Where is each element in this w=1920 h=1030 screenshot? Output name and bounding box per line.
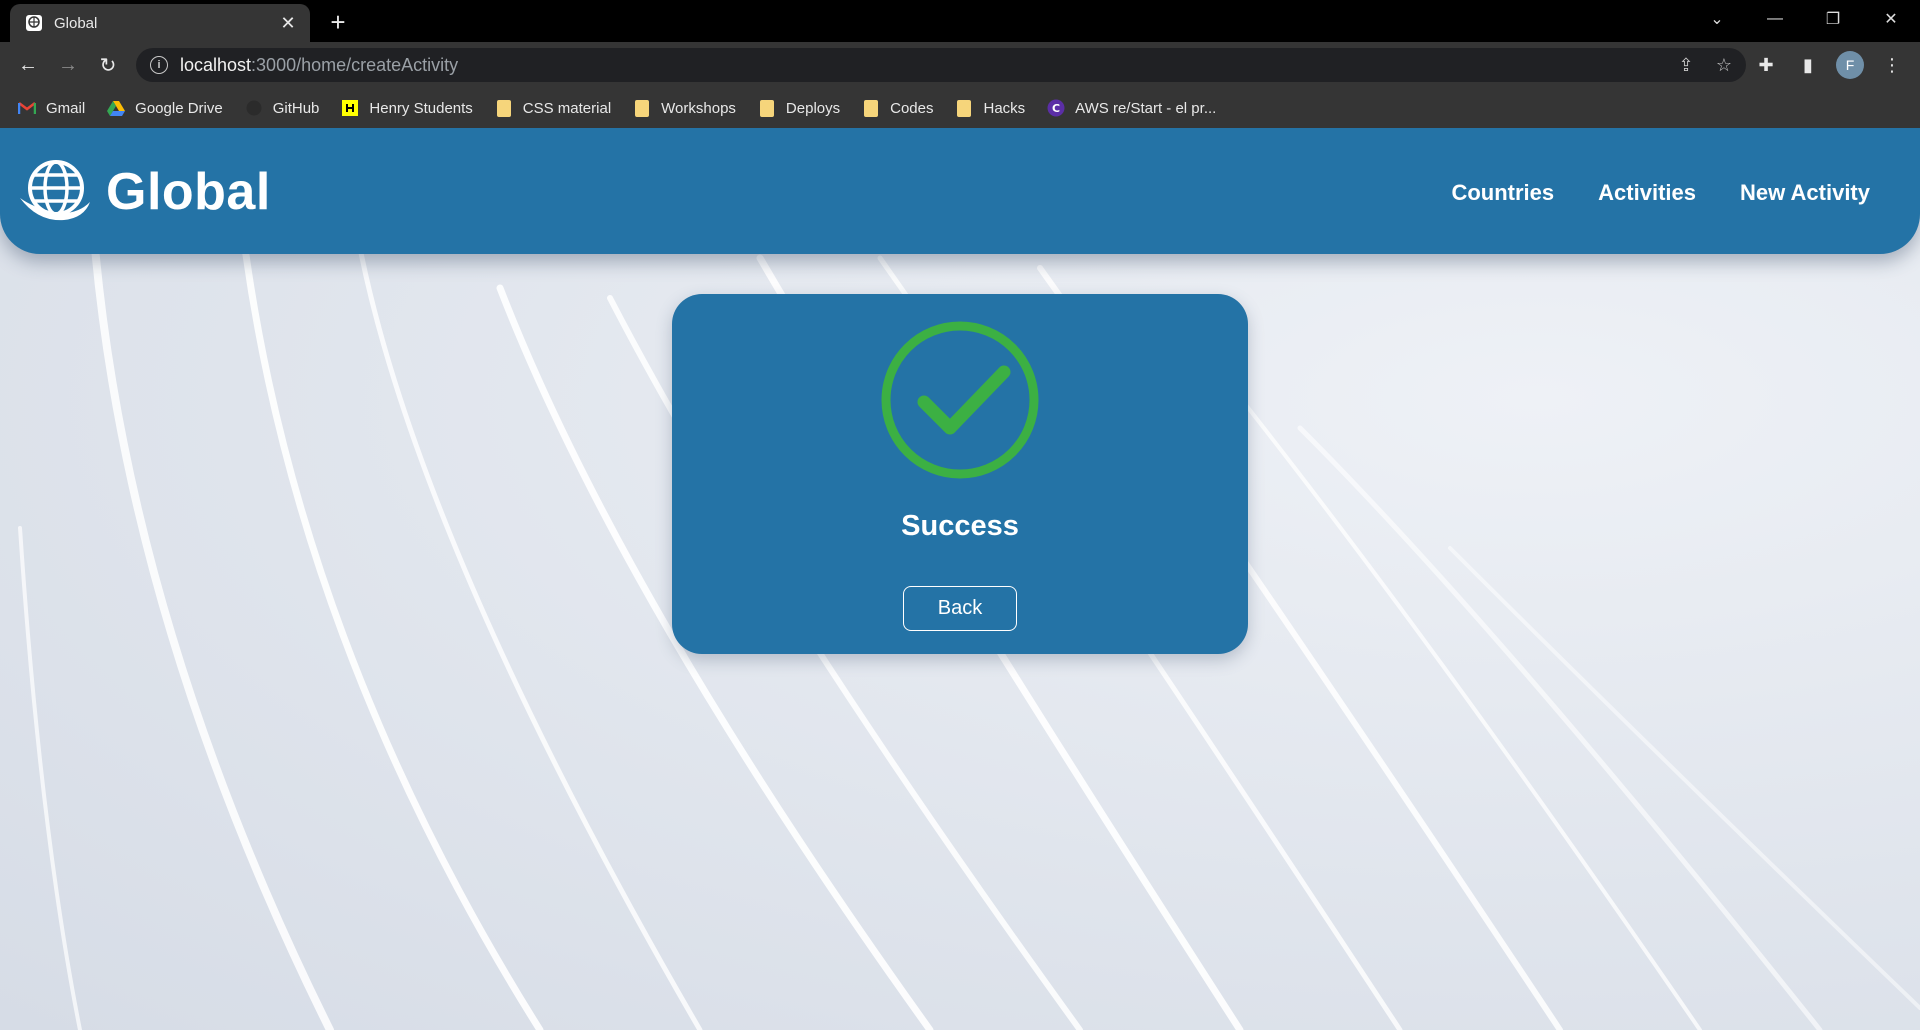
profile-avatar[interactable]: F <box>1836 51 1864 79</box>
folder-icon <box>862 99 880 117</box>
close-tab-icon[interactable]: ✕ <box>278 13 298 33</box>
bookmark-deploys[interactable]: Deploys <box>758 99 840 117</box>
globe-logo-icon <box>20 160 90 221</box>
brand-home-link[interactable]: Global <box>18 158 271 226</box>
svg-text:C: C <box>1052 102 1060 115</box>
close-window-icon[interactable]: ✕ <box>1862 0 1920 38</box>
bookmark-star-icon[interactable]: ☆ <box>1712 53 1736 77</box>
nav-new-activity-link[interactable]: New Activity <box>1740 180 1870 206</box>
bookmark-hacks[interactable]: Hacks <box>955 99 1025 117</box>
address-bar[interactable]: i localhost:3000/home/createActivity ⇪ ☆ <box>136 48 1746 82</box>
nav-activities-link[interactable]: Activities <box>1598 180 1696 206</box>
side-panel-icon[interactable]: ▮ <box>1794 51 1822 79</box>
forward-arrow-icon[interactable]: → <box>54 51 82 79</box>
bookmark-label: GitHub <box>272 99 320 117</box>
new-tab-button[interactable]: + <box>323 7 353 37</box>
url-path: :3000/home/createActivity <box>251 54 459 75</box>
tab-search-icon[interactable]: ⌄ <box>1688 0 1746 38</box>
extensions-puzzle-icon[interactable]: ✚ <box>1752 51 1780 79</box>
tab-strip: Global ✕ + ⌄ — ❐ ✕ <box>0 0 1920 42</box>
menu-kebab-icon[interactable]: ⋮ <box>1878 51 1906 79</box>
bookmark-label: Deploys <box>785 99 841 117</box>
bookmark-gmail[interactable]: Gmail <box>18 99 85 117</box>
bookmark-label: Gmail <box>46 99 86 117</box>
tab-title: Global <box>54 14 98 32</box>
window-controls: ⌄ — ❐ ✕ <box>1688 0 1920 38</box>
bookmark-label: CSS material <box>522 99 612 117</box>
browser-toolbar: ← → ↻ i localhost:3000/home/createActivi… <box>0 42 1920 88</box>
bookmark-codes[interactable]: Codes <box>862 99 933 117</box>
back-arrow-icon[interactable]: ← <box>14 51 42 79</box>
bookmark-label: Google Drive <box>135 99 223 117</box>
bookmark-workshops[interactable]: Workshops <box>633 99 736 117</box>
bookmark-github[interactable]: GitHub <box>245 99 320 117</box>
page-viewport: Global Countries Activities New Activity… <box>0 128 1920 1030</box>
bookmark-google-drive[interactable]: Google Drive <box>107 99 223 117</box>
browser-tab[interactable]: Global ✕ <box>10 4 310 42</box>
bookmark-henry-students[interactable]: Henry Students <box>341 99 473 117</box>
bookmark-css-material[interactable]: CSS material <box>495 99 611 117</box>
nav-countries-link[interactable]: Countries <box>1451 180 1554 206</box>
minimize-icon[interactable]: — <box>1746 0 1804 38</box>
gmail-icon <box>18 99 36 117</box>
check-circle-icon <box>881 321 1039 479</box>
bookmark-label: Hacks <box>983 99 1026 117</box>
bookmark-label: Henry Students <box>369 99 473 117</box>
restore-icon[interactable]: ❐ <box>1804 0 1862 38</box>
drive-icon <box>107 99 126 117</box>
bookmark-label: Codes <box>890 99 934 117</box>
bookmark-aws-restart[interactable]: C AWS re/Start - el pr... <box>1047 99 1216 117</box>
github-icon <box>245 99 263 117</box>
site-navbar: Global Countries Activities New Activity <box>0 128 1920 254</box>
folder-icon <box>955 99 973 117</box>
url-host: localhost <box>180 54 252 75</box>
brand-name: Global <box>106 163 271 221</box>
site-info-icon[interactable]: i <box>150 56 168 74</box>
folder-icon <box>758 99 776 117</box>
back-button[interactable]: Back <box>903 586 1017 631</box>
nav-links: Countries Activities New Activity <box>1451 180 1870 206</box>
success-dialog: Success Back <box>672 294 1248 654</box>
folder-icon <box>633 99 651 117</box>
share-icon[interactable]: ⇪ <box>1674 53 1698 77</box>
henry-icon <box>341 99 359 117</box>
bookmark-label: Workshops <box>661 99 736 117</box>
reload-icon[interactable]: ↻ <box>94 51 122 79</box>
globe-favicon-icon <box>24 13 44 33</box>
success-title: Success <box>901 510 1019 542</box>
folder-icon <box>495 99 513 117</box>
bookmark-label: AWS re/Start - el pr... <box>1075 99 1217 117</box>
bookmarks-bar: Gmail Google Drive GitHub Henry Students… <box>0 88 1920 128</box>
aws-icon: C <box>1047 99 1065 117</box>
